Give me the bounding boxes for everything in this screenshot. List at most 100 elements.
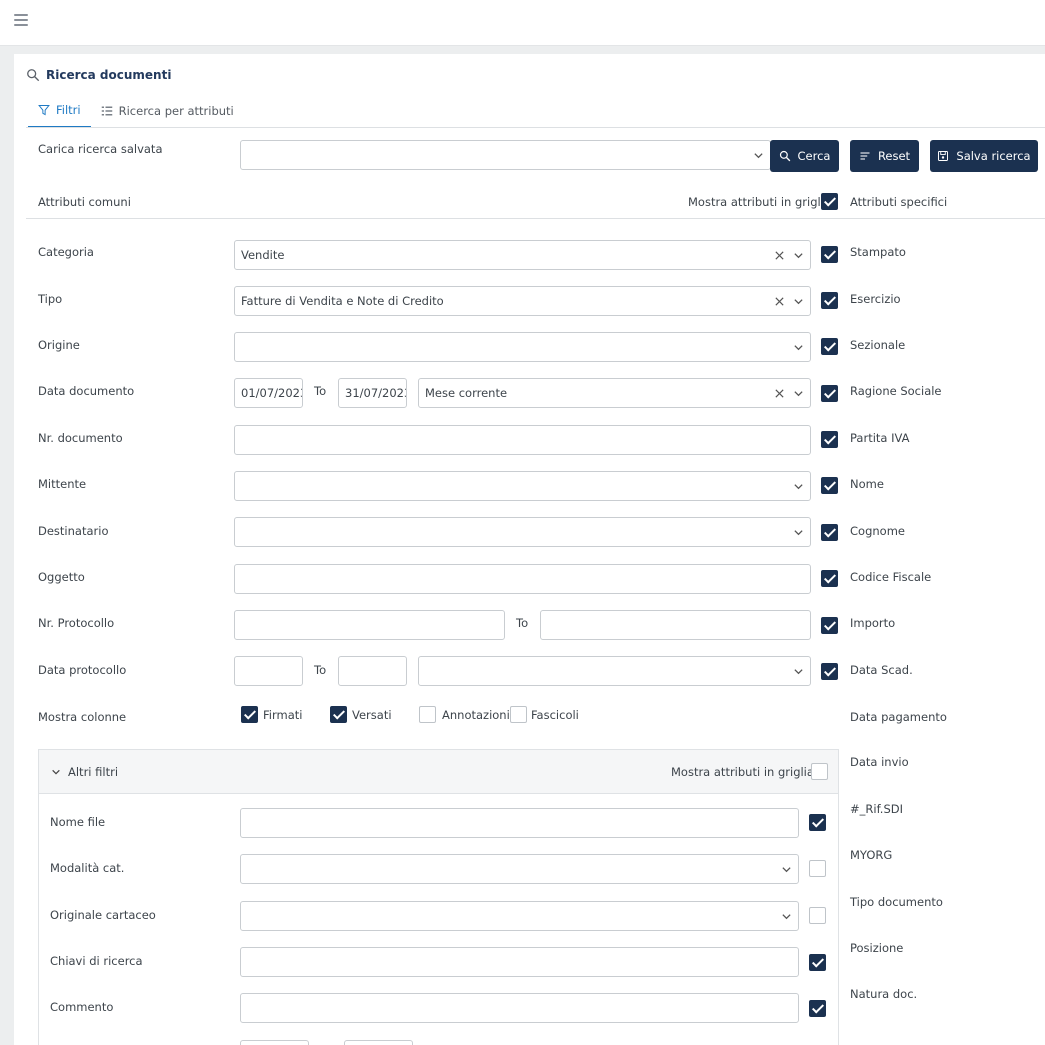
originale-cartaceo-checkbox[interactable] xyxy=(809,907,826,924)
chevron-down-icon xyxy=(794,344,803,350)
data-protocollo-to[interactable] xyxy=(338,656,407,686)
altri-show-in-grid-label: Mostra attributi in griglia xyxy=(671,765,814,779)
commento-checkbox[interactable] xyxy=(809,1000,826,1017)
specific-posizione-label: Posizione xyxy=(850,941,904,955)
top-bar xyxy=(0,0,1045,46)
modalita-cat-checkbox[interactable] xyxy=(809,860,826,877)
specific-rif-sdi-label: #_Rif.SDI xyxy=(850,802,903,816)
codice-fiscale-checkbox[interactable] xyxy=(821,570,838,587)
specific-myorg-label: MYORG xyxy=(850,848,893,862)
data-scad-checkbox[interactable] xyxy=(821,663,838,680)
esercizio-checkbox[interactable] xyxy=(821,292,838,309)
tab-filtri-label: Filtri xyxy=(56,103,81,117)
nr-protocollo-to-label: To xyxy=(516,616,529,630)
reset-button[interactable]: Reset xyxy=(850,140,919,172)
saved-search-select[interactable] xyxy=(240,140,771,170)
nome-file-checkbox[interactable] xyxy=(809,814,826,831)
versati-label: Versati xyxy=(352,708,392,722)
data-protocollo-label: Data protocollo xyxy=(38,663,127,677)
destinatario-select[interactable] xyxy=(234,517,811,547)
specific-sezionale-label: Sezionale xyxy=(850,338,906,352)
chevron-down-icon xyxy=(782,866,791,872)
chevron-down-icon xyxy=(794,668,803,674)
nr-protocollo-from[interactable] xyxy=(234,610,505,640)
search-button[interactable]: Cerca xyxy=(770,140,839,172)
ragione-sociale-checkbox[interactable] xyxy=(821,385,838,402)
tab-ricerca-attributi[interactable]: Ricerca per attributi xyxy=(91,94,244,128)
importo-checkbox[interactable] xyxy=(821,617,838,634)
common-attributes-header: Attributi comuni xyxy=(38,195,131,209)
nome-file-label: Nome file xyxy=(50,815,106,829)
chiavi-ricerca-checkbox[interactable] xyxy=(809,954,826,971)
chiavi-ricerca-input[interactable] xyxy=(240,947,799,977)
mittente-select[interactable] xyxy=(234,471,811,501)
specific-ragione-sociale-label: Ragione Sociale xyxy=(850,384,942,398)
clear-icon[interactable] xyxy=(774,296,785,307)
specific-stampato-label: Stampato xyxy=(850,245,906,259)
tipo-label: Tipo xyxy=(38,292,63,306)
nome-checkbox[interactable] xyxy=(821,477,838,494)
modalita-cat-select[interactable] xyxy=(240,854,799,884)
altri-date-to[interactable] xyxy=(344,1040,413,1045)
save-search-button[interactable]: Salva ricerca xyxy=(930,140,1038,172)
data-protocollo-period-select[interactable] xyxy=(418,656,811,686)
chevron-down-icon xyxy=(794,390,803,396)
originale-cartaceo-label: Originale cartaceo xyxy=(50,908,156,922)
data-protocollo-to-label: To xyxy=(314,663,327,677)
tab-bar: Filtri Ricerca per attributi xyxy=(28,94,244,128)
clear-icon[interactable] xyxy=(774,388,785,399)
specific-importo-label: Importo xyxy=(850,616,896,630)
header-divider xyxy=(26,218,1045,219)
search-icon xyxy=(27,69,40,82)
search-button-label: Cerca xyxy=(797,149,831,163)
nr-documento-input[interactable] xyxy=(234,425,811,455)
altri-show-in-grid-checkbox[interactable] xyxy=(811,763,828,780)
annotazioni-label: Annotazioni xyxy=(442,708,510,722)
fascicoli-label: Fascicoli xyxy=(531,708,579,722)
tab-filtri[interactable]: Filtri xyxy=(28,94,91,128)
nr-protocollo-to[interactable] xyxy=(540,610,811,640)
data-protocollo-from[interactable] xyxy=(234,656,303,686)
categoria-select[interactable]: Vendite xyxy=(234,240,811,270)
data-documento-to-label: To xyxy=(314,384,327,398)
altri-date-from[interactable] xyxy=(240,1040,309,1045)
firmati-checkbox[interactable] xyxy=(241,706,258,723)
oggetto-input[interactable] xyxy=(234,564,811,594)
commento-label: Commento xyxy=(50,1000,114,1014)
partita-iva-checkbox[interactable] xyxy=(821,431,838,448)
filter-icon xyxy=(38,105,50,116)
data-documento-period-value: Mese corrente xyxy=(425,386,508,400)
commento-input[interactable] xyxy=(240,993,799,1023)
tab-ricerca-attributi-label: Ricerca per attributi xyxy=(118,104,234,118)
page-title: Ricerca documenti xyxy=(46,68,172,82)
specific-esercizio-label: Esercizio xyxy=(850,292,901,306)
fascicoli-checkbox[interactable] xyxy=(510,706,527,723)
chevron-down-icon xyxy=(794,252,803,258)
data-documento-from[interactable]: 01/07/2023 xyxy=(234,378,303,408)
sezionale-checkbox[interactable] xyxy=(821,338,838,355)
specific-data-pagamento-label: Data pagamento xyxy=(850,710,947,724)
data-documento-period-select[interactable]: Mese corrente xyxy=(418,378,811,408)
data-documento-label: Data documento xyxy=(38,384,135,398)
altri-filtri-section: Altri filtri Mostra attributi in griglia… xyxy=(38,749,839,1045)
tabs-divider xyxy=(26,127,1045,128)
altri-filtri-toggle[interactable]: Altri filtri xyxy=(51,765,118,779)
save-search-button-label: Salva ricerca xyxy=(956,149,1031,163)
destinatario-label: Destinatario xyxy=(38,524,109,538)
annotazioni-checkbox[interactable] xyxy=(419,706,436,723)
origine-select[interactable] xyxy=(234,332,811,362)
tipo-select[interactable]: Fatture di Vendita e Note di Credito xyxy=(234,286,811,316)
nome-file-input[interactable] xyxy=(240,808,799,838)
show-in-grid-checkbox[interactable] xyxy=(821,193,838,210)
cognome-checkbox[interactable] xyxy=(821,524,838,541)
chevron-down-icon xyxy=(794,529,803,535)
versati-checkbox[interactable] xyxy=(330,706,347,723)
specific-cognome-label: Cognome xyxy=(850,524,905,538)
data-documento-to[interactable]: 31/07/2023 xyxy=(338,378,407,408)
hamburger-icon[interactable] xyxy=(14,14,28,26)
altri-filtri-header: Altri filtri Mostra attributi in griglia xyxy=(39,750,838,794)
originale-cartaceo-select[interactable] xyxy=(240,901,799,931)
mittente-label: Mittente xyxy=(38,477,87,491)
clear-icon[interactable] xyxy=(774,250,785,261)
stampato-checkbox[interactable] xyxy=(821,246,838,263)
